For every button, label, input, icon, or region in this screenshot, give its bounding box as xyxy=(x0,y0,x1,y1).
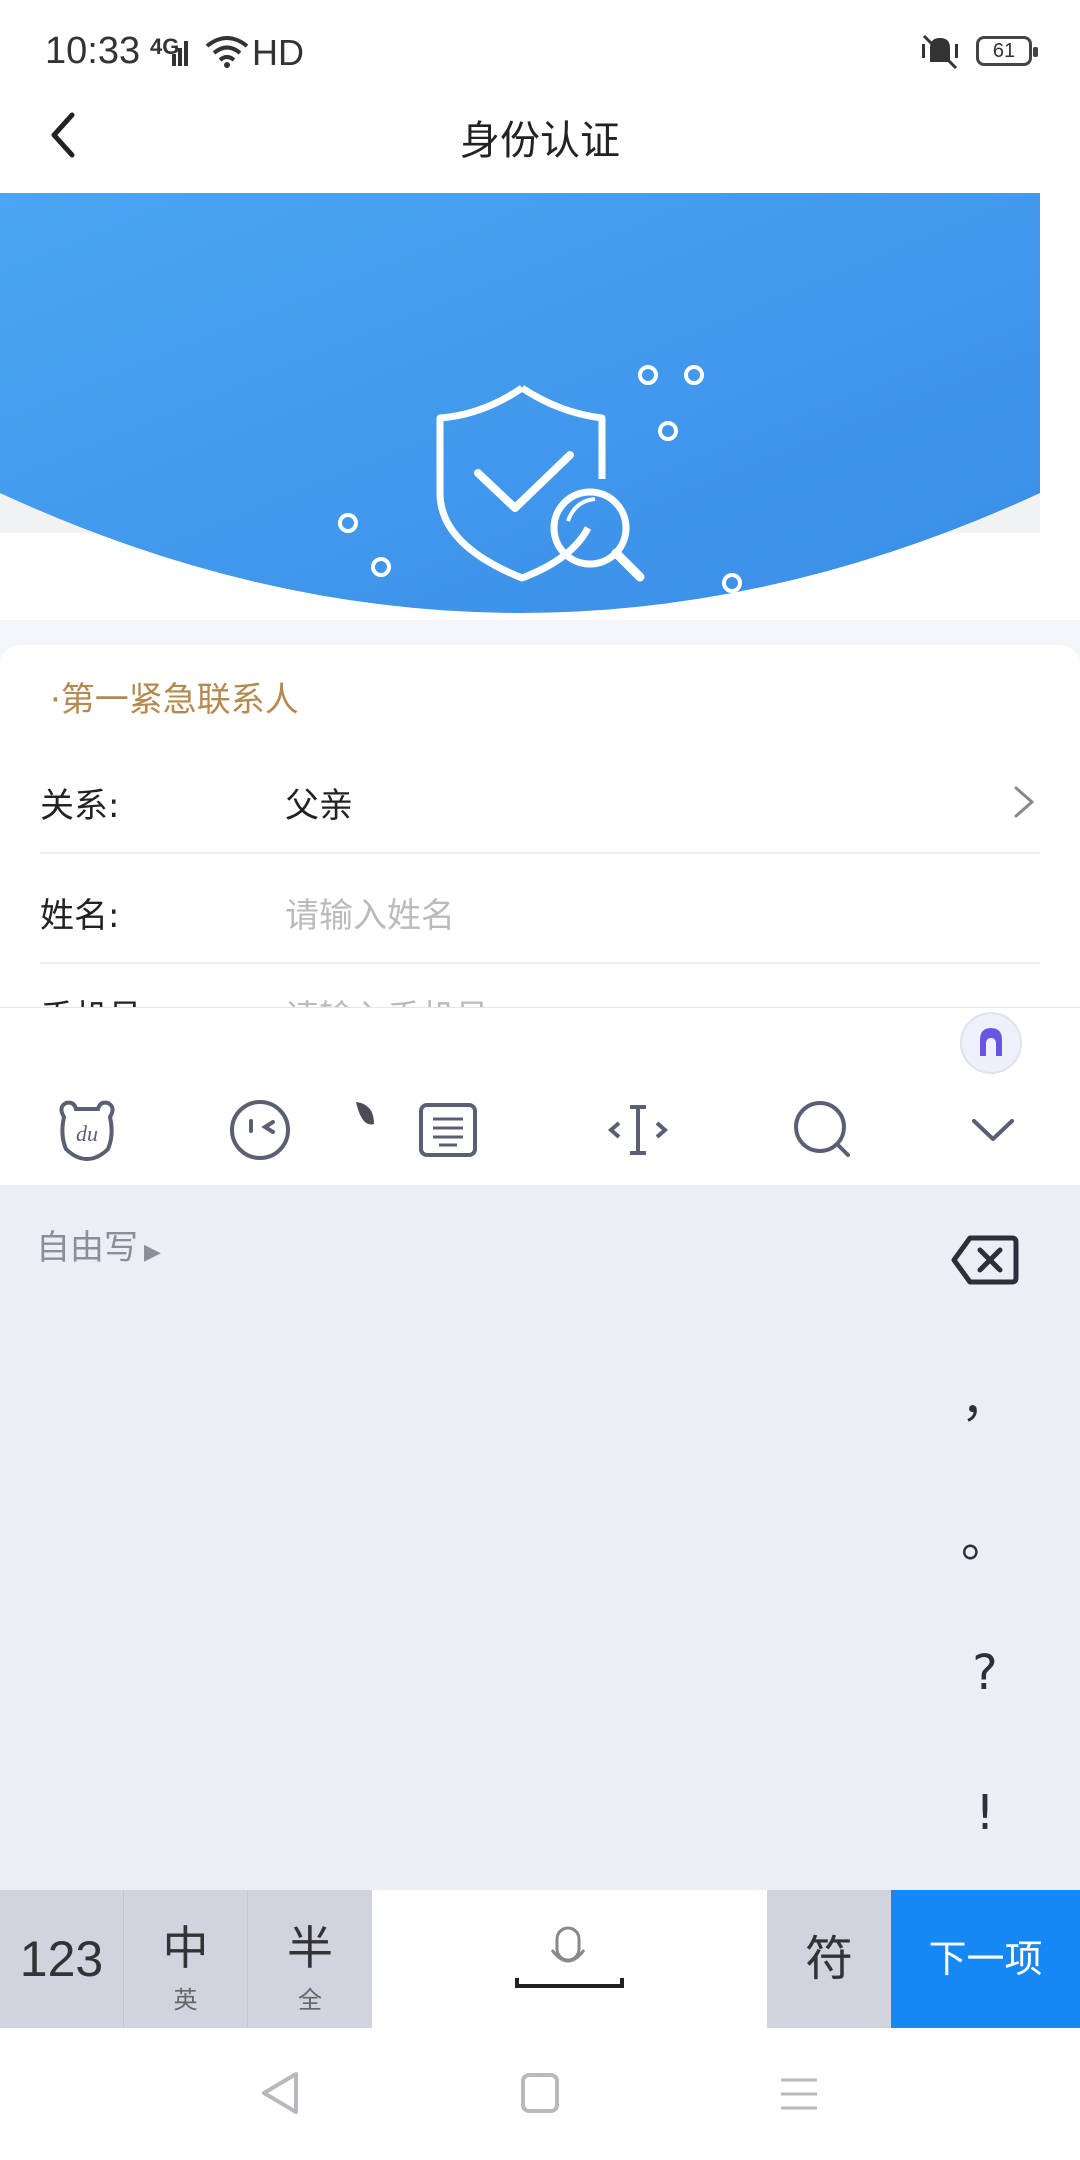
width-toggle-key[interactable]: 半 全 xyxy=(248,1890,372,2028)
phone-input[interactable]: 请输入手机号 xyxy=(285,990,489,1008)
nav-back-icon[interactable] xyxy=(258,2068,302,2118)
handwriting-area[interactable] xyxy=(0,1185,1080,1890)
leaf-icon xyxy=(352,1098,378,1132)
clipboard-icon[interactable] xyxy=(413,1095,483,1165)
collapse-keyboard-icon[interactable] xyxy=(958,1095,1028,1165)
free-write-label[interactable]: 自由写 ▶ xyxy=(36,1220,161,1269)
banner-illustration xyxy=(0,193,1040,623)
section-title: ·第一紧急联系人 xyxy=(50,680,299,720)
relation-label: 关系: xyxy=(40,786,120,826)
cursor-icon[interactable] xyxy=(603,1095,673,1165)
du-logo-icon[interactable]: du xyxy=(52,1095,122,1165)
battery-indicator: 61 xyxy=(976,36,1038,66)
next-field-button[interactable]: 下一项 xyxy=(891,1890,1080,2028)
divider xyxy=(40,962,1040,964)
language-toggle-key[interactable]: 中 英 xyxy=(124,1890,248,2028)
status-time: 10:33 xyxy=(45,30,141,72)
nav-menu-icon[interactable] xyxy=(778,2074,820,2114)
exclamation-key[interactable]: ! xyxy=(950,1785,1020,1841)
backspace-icon xyxy=(951,1235,1019,1285)
network-type: 4G xyxy=(150,34,180,59)
emoji-icon[interactable] xyxy=(225,1095,295,1165)
number-key[interactable]: 123 xyxy=(0,1890,124,2028)
name-label: 姓名: xyxy=(40,896,120,936)
phone-label: 手机号: xyxy=(40,990,153,1008)
keyboard-toolbar xyxy=(0,1007,1080,1186)
mute-vibrate-icon xyxy=(918,32,962,72)
symbol-key[interactable]: 符 xyxy=(767,1890,891,2028)
backspace-key[interactable] xyxy=(950,1232,1020,1288)
search-icon[interactable] xyxy=(788,1095,858,1165)
name-input[interactable]: 请输入姓名 xyxy=(285,888,455,937)
relation-select[interactable]: 父亲 xyxy=(285,778,353,827)
divider xyxy=(40,852,1040,854)
space-key[interactable] xyxy=(372,1890,767,2028)
page-title: 身份认证 xyxy=(460,118,620,164)
wifi-icon xyxy=(204,34,250,68)
chevron-right-icon[interactable] xyxy=(1008,782,1038,822)
period-key[interactable]: 。 xyxy=(950,1500,1020,1570)
hd-indicator: HD xyxy=(252,32,304,73)
assistant-icon[interactable] xyxy=(960,1012,1022,1074)
microphone-icon xyxy=(515,1926,624,1988)
comma-key[interactable]: ， xyxy=(950,1360,1020,1430)
svg-text:du: du xyxy=(76,1121,98,1146)
nav-home-icon[interactable] xyxy=(520,2072,560,2114)
question-key[interactable]: ? xyxy=(950,1645,1020,1701)
